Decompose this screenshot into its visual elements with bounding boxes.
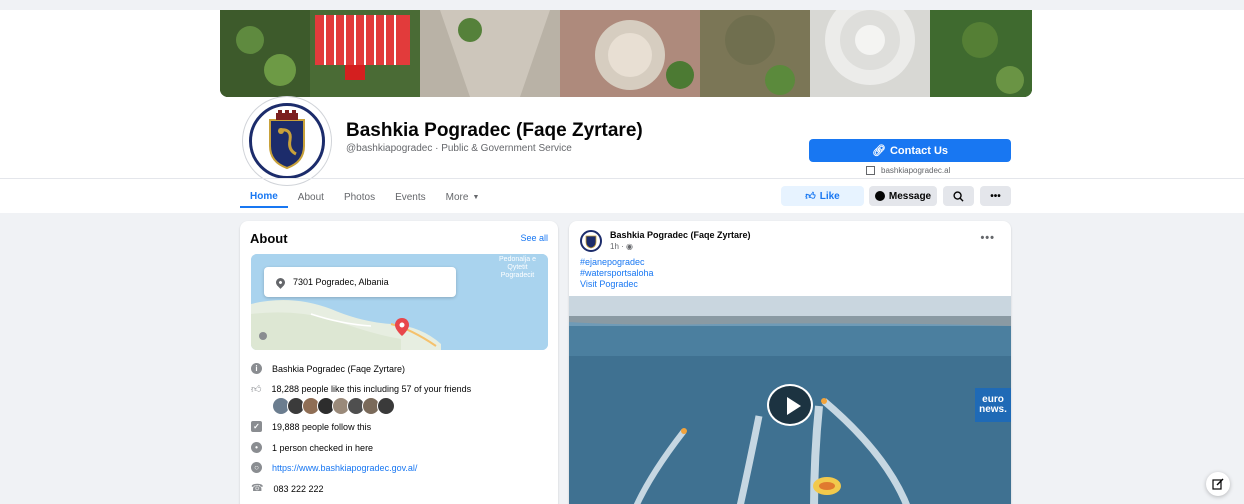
cover-photo[interactable] xyxy=(220,10,1032,97)
euronews-logo-bottom: news. xyxy=(979,404,1007,415)
thumbs-up-icon: 👍︎ xyxy=(805,191,816,202)
tab-more-label: More xyxy=(445,191,469,203)
map-place-label: Pedonalja e Qytetit Pogradecit xyxy=(499,256,536,279)
compose-icon xyxy=(1212,478,1224,490)
coat-of-arms-icon xyxy=(585,235,597,249)
post-video[interactable]: euro news. xyxy=(569,296,1011,504)
mention-link[interactable]: Visit Pogradec xyxy=(580,279,638,289)
like-button[interactable]: 👍︎ Like xyxy=(781,186,864,206)
post-time-label: 1h xyxy=(610,242,619,251)
see-all-link[interactable]: See all xyxy=(520,233,548,243)
page-tabs: Home About Photos Events More ▼ xyxy=(240,186,489,213)
caret-down-icon: ▼ xyxy=(472,193,480,201)
message-button[interactable]: Message xyxy=(869,186,937,206)
contact-us-label: Contact Us xyxy=(889,144,949,157)
euronews-logo: euro news. xyxy=(975,388,1011,422)
link-icon: 🔗︎ xyxy=(871,145,886,157)
location-pin-icon xyxy=(274,275,287,289)
info-likes-row: 👍︎ 18,288 people like this including 57 … xyxy=(251,383,471,395)
website-link[interactable]: bashkiapogradec.al xyxy=(866,166,950,175)
info-phone-row: ☎︎ 083 222 222 xyxy=(251,483,324,494)
page-handle-category: @bashkiapogradec · Public & Government S… xyxy=(346,143,572,154)
coat-of-arms-icon xyxy=(269,110,305,170)
post-author-name[interactable]: Bashkia Pogradec (Faqe Zyrtare) xyxy=(610,230,751,240)
globe-icon: · ◉ xyxy=(621,242,634,251)
map-marker-icon xyxy=(395,318,409,336)
play-button[interactable] xyxy=(767,384,813,426)
info-phone: 083 222 222 xyxy=(273,483,324,494)
location-map[interactable]: Pedonalja e Qytetit Pogradecit 7301 Pogr… xyxy=(251,254,548,350)
website-link-label: bashkiapogradec.al xyxy=(881,166,951,175)
about-title: About xyxy=(250,231,288,246)
tab-home[interactable]: Home xyxy=(240,186,288,208)
info-checkins: 1 person checked in here xyxy=(272,442,374,453)
ellipsis-icon: ••• xyxy=(990,190,1001,202)
map-address-box: 7301 Pogradec, Albania xyxy=(264,267,456,297)
info-page-name: Bashkia Pogradec (Faqe Zyrtare) xyxy=(272,363,406,374)
tab-photos[interactable]: Photos xyxy=(334,186,385,208)
message-label: Message xyxy=(888,190,932,202)
about-card: About See all Pedonalja e Qytetit Pograd… xyxy=(240,221,558,504)
profile-picture[interactable] xyxy=(243,97,331,185)
new-message-button[interactable] xyxy=(1206,472,1230,496)
info-icon: i xyxy=(251,363,262,374)
contact-us-button[interactable]: 🔗︎ Contact Us xyxy=(809,139,1011,162)
like-label: Like xyxy=(819,190,840,202)
search-button[interactable] xyxy=(943,186,974,206)
info-follows: 19,888 people follow this xyxy=(272,421,372,432)
post-card: Bashkia Pogradec (Faqe Zyrtare) 1h · ◉ •… xyxy=(569,221,1011,504)
hashtag-link[interactable]: #ejanepogradec xyxy=(580,257,645,267)
info-checkins-row: • 1 person checked in here xyxy=(251,442,373,453)
info-likes: 18,288 people like this including 57 of … xyxy=(271,384,472,394)
info-website-link[interactable]: https://www.bashkiapogradec.gov.al/ xyxy=(272,463,417,473)
info-follows-row: ✓ 19,888 people follow this xyxy=(251,421,371,432)
top-strip xyxy=(0,0,1244,10)
cover-image xyxy=(220,10,1032,97)
friends-avatars[interactable] xyxy=(272,397,395,415)
avatar xyxy=(377,397,395,415)
thumbs-up-icon: 👍︎ xyxy=(251,384,262,395)
map-address: 7301 Pogradec, Albania xyxy=(293,277,389,287)
search-icon xyxy=(953,190,964,202)
tab-about[interactable]: About xyxy=(288,186,334,208)
messenger-icon xyxy=(874,191,885,201)
page-title: Bashkia Pogradec (Faqe Zyrtare) xyxy=(346,120,643,141)
more-options-button[interactable]: ••• xyxy=(980,186,1011,206)
phone-icon: ☎︎ xyxy=(251,483,264,494)
checkin-pin-icon: • xyxy=(251,442,262,453)
external-link-icon xyxy=(866,166,875,175)
hashtag-link[interactable]: #watersportsaloha xyxy=(580,268,654,278)
post-options-button[interactable]: ••• xyxy=(980,232,995,244)
globe-icon: ○ xyxy=(251,462,262,473)
post-timestamp[interactable]: 1h · ◉ xyxy=(610,242,633,251)
profile-emblem xyxy=(249,103,325,179)
follow-check-icon: ✓ xyxy=(251,421,262,432)
info-website-row: ○ https://www.bashkiapogradec.gov.al/ xyxy=(251,462,417,473)
tab-more[interactable]: More ▼ xyxy=(436,186,490,208)
post-author-avatar[interactable] xyxy=(580,230,602,252)
tab-events[interactable]: Events xyxy=(385,186,436,208)
info-page-name-row: i Bashkia Pogradec (Faqe Zyrtare) xyxy=(251,363,405,374)
header-divider xyxy=(0,178,1244,179)
